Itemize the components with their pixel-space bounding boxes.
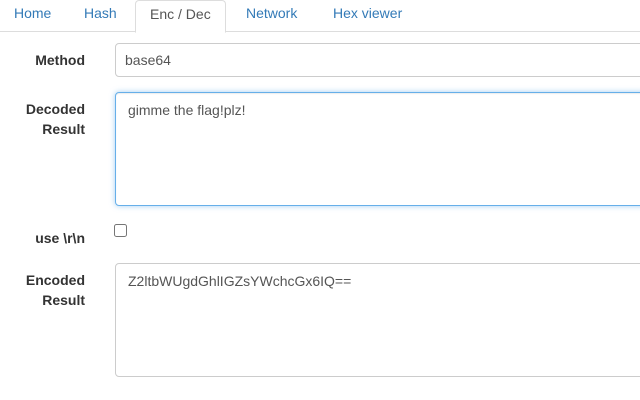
decoded-label-line1: Decoded bbox=[25, 101, 85, 117]
enc-dec-page: Home Hash Enc / Dec Network Hex viewer M… bbox=[0, 0, 640, 400]
tab-hash[interactable]: Hash bbox=[84, 0, 117, 32]
method-label: Method bbox=[35, 52, 85, 68]
encoded-label-line2: Result bbox=[42, 292, 85, 308]
nav-tabs: Home Hash Enc / Dec Network Hex viewer bbox=[0, 0, 640, 33]
tab-enc-dec[interactable]: Enc / Dec bbox=[135, 0, 226, 33]
decoded-label-line2: Result bbox=[42, 121, 85, 137]
encoded-label-line1: Encoded bbox=[25, 272, 85, 288]
tab-network[interactable]: Network bbox=[246, 0, 297, 32]
encoded-result-textarea[interactable]: Z2ltbWUgdGhlIGZsYWchcGx6IQ== bbox=[115, 263, 640, 377]
decoded-result-textarea[interactable]: gimme the flag!plz! bbox=[115, 92, 640, 206]
tab-hex-viewer[interactable]: Hex viewer bbox=[333, 0, 402, 32]
tab-home[interactable]: Home bbox=[14, 0, 51, 32]
use-crlf-checkbox[interactable] bbox=[114, 224, 127, 237]
encoded-result-label: Encoded Result bbox=[26, 270, 85, 310]
method-select[interactable]: base64 bbox=[115, 43, 640, 77]
decoded-result-label: Decoded Result bbox=[26, 99, 85, 139]
use-crlf-label: use \r\n bbox=[35, 230, 85, 246]
